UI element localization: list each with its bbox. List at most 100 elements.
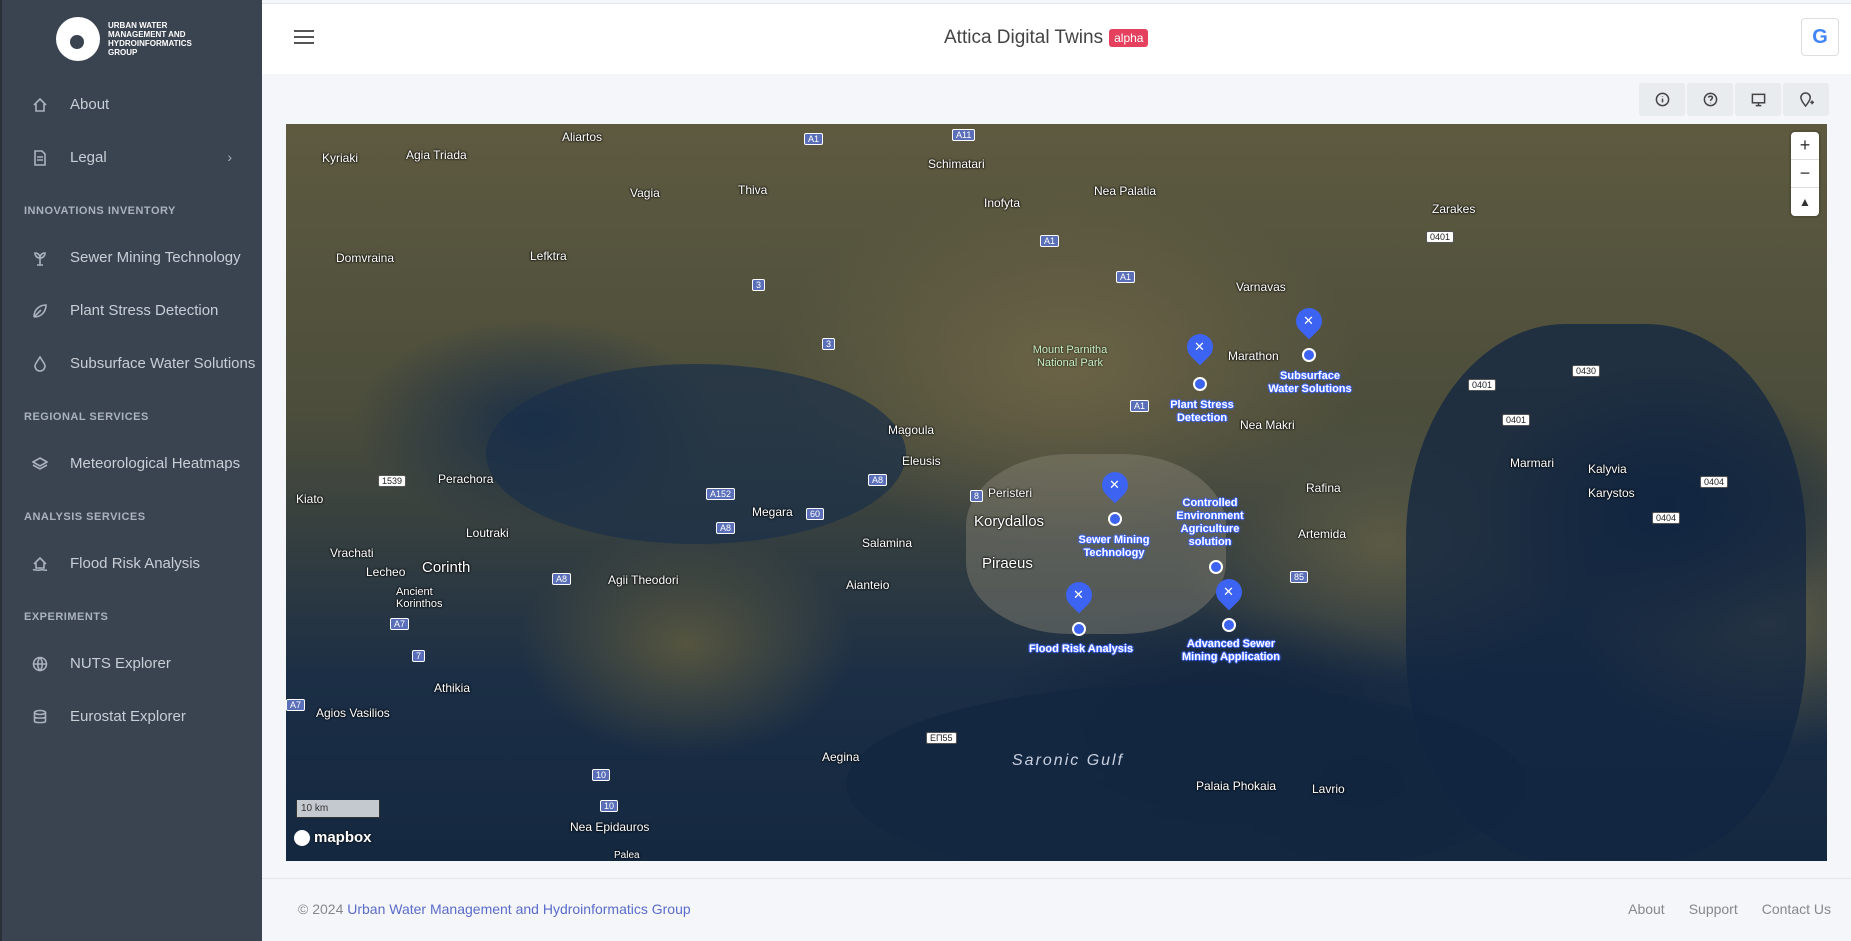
- map-place-label: Megara: [752, 505, 793, 519]
- sidebar-item-label: Meteorological Heatmaps: [70, 455, 241, 472]
- map-place-label: Athikia: [434, 681, 471, 695]
- footer-about-link[interactable]: About: [1628, 901, 1665, 917]
- leaf-icon: [32, 303, 48, 319]
- display-button[interactable]: [1735, 83, 1781, 116]
- road-shield: A1: [1116, 271, 1136, 283]
- app-title: Attica Digital Twins alpha: [944, 27, 1149, 49]
- map-marker-label[interactable]: Sewer Mining Technology: [1072, 534, 1156, 560]
- road-shield: ΕΠ55: [926, 732, 957, 744]
- map-place-label: Lefktra: [530, 249, 567, 263]
- map-place-label: Aliartos: [562, 130, 603, 144]
- road-shield: A8: [716, 522, 736, 534]
- info-button[interactable]: [1639, 83, 1685, 116]
- section-experiments: EXPERIMENTS: [24, 610, 109, 623]
- sidebar-item-plant-stress[interactable]: Plant Stress Detection: [2, 284, 262, 337]
- map-place-label: Peristeri: [988, 486, 1033, 500]
- sidebar-item-flood[interactable]: Flood Risk Analysis: [2, 537, 262, 590]
- map-place-label: Salamina: [862, 536, 913, 550]
- map-marker-dot[interactable]: [1222, 618, 1236, 632]
- map-place-label: Aianteio: [846, 578, 890, 592]
- map-marker-pin[interactable]: ✕: [1181, 328, 1219, 368]
- map-marker-dot[interactable]: [1209, 560, 1223, 574]
- sidebar-item-sewer-mining[interactable]: Sewer Mining Technology: [2, 231, 262, 284]
- add-location-button[interactable]: [1783, 83, 1829, 116]
- map-marker-pin[interactable]: ✕: [1060, 576, 1098, 616]
- mapbox-label: mapbox: [314, 829, 372, 846]
- google-signin-button[interactable]: G: [1801, 18, 1839, 56]
- sidebar-item-label: About: [70, 96, 110, 113]
- map-marker-pin[interactable]: ✕: [1290, 302, 1328, 342]
- map-place-label: Agios Vasilios: [316, 706, 390, 720]
- map-place-label: Kiato: [296, 492, 324, 506]
- droplet-icon: [32, 355, 48, 372]
- map-marker-dot[interactable]: [1072, 622, 1086, 636]
- document-icon: [32, 149, 48, 166]
- home-icon: [32, 97, 48, 113]
- sidebar-item-legal[interactable]: Legal ›: [2, 131, 262, 184]
- road-shield: 60: [806, 508, 825, 520]
- footer-contact-link[interactable]: Contact Us: [1762, 901, 1831, 917]
- map-marker-label[interactable]: Controlled Environment Agriculture solut…: [1172, 497, 1248, 549]
- help-button[interactable]: [1687, 83, 1733, 116]
- sidebar-item-nuts[interactable]: NUTS Explorer: [2, 637, 262, 690]
- road-shield: 0401: [1468, 379, 1497, 391]
- map-place-label: Schimatari: [928, 157, 985, 171]
- map-marker-dot[interactable]: [1108, 512, 1122, 526]
- map-place-label: Artemida: [1298, 527, 1347, 541]
- map-marker-label[interactable]: Plant Stress Detection: [1162, 399, 1242, 425]
- map-place-label: Korydallos: [974, 513, 1045, 530]
- page-title: Attica Digital Twins: [944, 27, 1104, 48]
- map-place-label: Nea Makri: [1240, 418, 1295, 432]
- sidebar-item-label: Legal: [70, 149, 107, 166]
- map-place-label: Agia Triada: [406, 148, 467, 162]
- layers-icon: [32, 456, 48, 472]
- map-place-label: Piraeus: [982, 555, 1033, 572]
- road-shield: 3: [752, 279, 766, 291]
- map-pin-plus-icon: [1799, 92, 1814, 107]
- section-innovations: INNOVATIONS INVENTORY: [24, 204, 176, 217]
- map-marker-label[interactable]: Advanced Sewer Mining Application: [1176, 638, 1286, 664]
- map-place-label: Zarakes: [1432, 202, 1476, 216]
- map-place-label: Rafina: [1306, 481, 1341, 495]
- map-place-label: Nea Epidauros: [570, 820, 650, 834]
- org-link[interactable]: Urban Water Management and Hydroinformat…: [347, 901, 690, 917]
- sidebar-item-eurostat[interactable]: Eurostat Explorer: [2, 690, 262, 743]
- road-shield: A152: [706, 488, 736, 500]
- menu-toggle-icon[interactable]: [294, 30, 314, 46]
- map-marker-dot[interactable]: [1302, 348, 1316, 362]
- sidebar-item-label: Flood Risk Analysis: [70, 555, 201, 572]
- copyright-text: © 2024: [298, 901, 348, 917]
- sidebar-item-label: Subsurface Water Solutions: [70, 355, 256, 372]
- map-place-label: Nea Palatia: [1094, 184, 1157, 198]
- map-canvas[interactable]: Aliartos Kyriaki Agia Triada Vagia Thiva…: [286, 124, 1827, 861]
- road-shield: 85: [1290, 571, 1309, 583]
- map-place-label: Karystos: [1588, 486, 1635, 500]
- map-place-label: Lavrio: [1312, 782, 1345, 796]
- map-marker-pin[interactable]: ✕: [1210, 573, 1248, 613]
- road-shield: A1: [1130, 400, 1150, 412]
- map-toolbar: [1639, 83, 1829, 116]
- zoom-out-button[interactable]: −: [1791, 160, 1819, 188]
- road-shield: 10: [600, 800, 619, 812]
- footer-support-link[interactable]: Support: [1689, 901, 1738, 917]
- map-place-label: Inofyta: [984, 196, 1021, 210]
- logo-mark-icon: [56, 17, 100, 61]
- logo-text: URBAN WATER MANAGEMENT AND HYDROINFORMAT…: [108, 21, 192, 57]
- zoom-in-button[interactable]: +: [1791, 132, 1819, 160]
- map-place-label: Magoula: [888, 423, 935, 437]
- sidebar-item-subsurface[interactable]: Subsurface Water Solutions: [2, 337, 262, 390]
- map-marker-label[interactable]: Subsurface Water Solutions: [1266, 370, 1354, 396]
- map-place-label: Vrachati: [330, 546, 374, 560]
- map-place-label: Perachora: [438, 472, 494, 486]
- sidebar-item-meteo[interactable]: Meteorological Heatmaps: [2, 437, 262, 490]
- compass-button[interactable]: ▲: [1791, 188, 1819, 216]
- logo[interactable]: URBAN WATER MANAGEMENT AND HYDROINFORMAT…: [2, 0, 262, 78]
- sidebar-item-label: Sewer Mining Technology: [70, 249, 241, 266]
- map-marker-label[interactable]: Flood Risk Analysis: [1026, 643, 1136, 656]
- sidebar-item-label: Plant Stress Detection: [70, 302, 219, 319]
- mapbox-logo[interactable]: mapbox: [294, 829, 372, 846]
- sidebar-item-about[interactable]: About: [2, 78, 262, 131]
- house-flood-icon: [32, 556, 48, 572]
- map-marker-pin[interactable]: ✕: [1096, 466, 1134, 506]
- map-marker-dot[interactable]: [1193, 377, 1207, 391]
